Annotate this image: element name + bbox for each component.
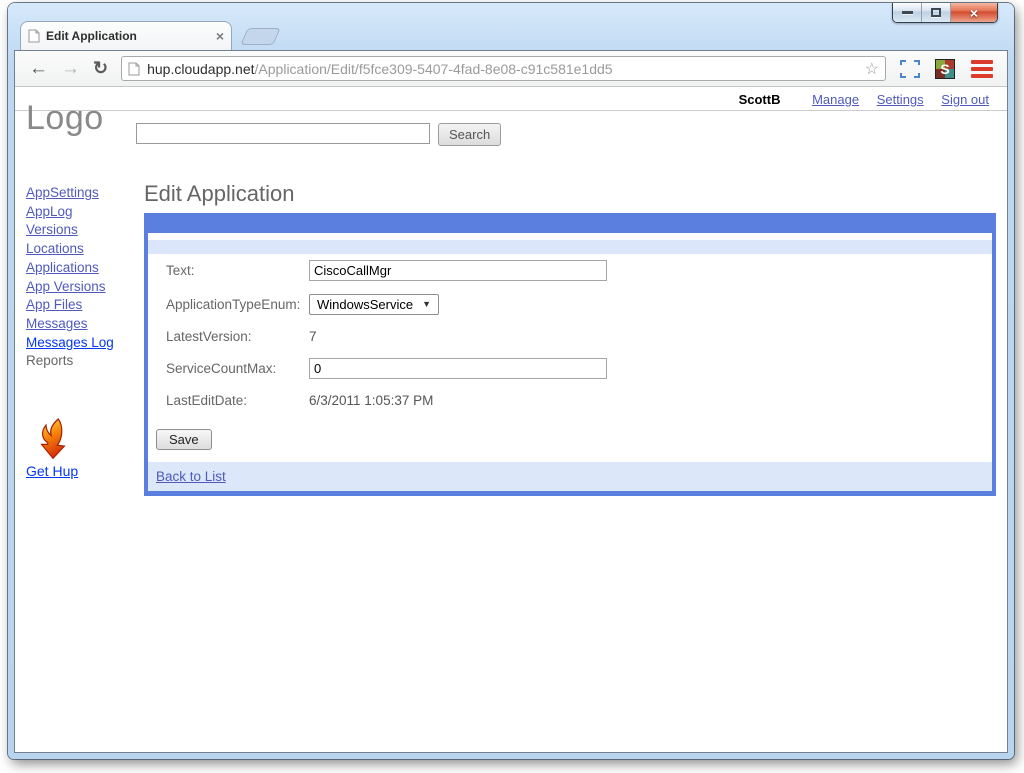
select-value: WindowsService: [317, 297, 413, 312]
back-to-list-link[interactable]: Back to List: [156, 469, 226, 484]
reload-button[interactable]: ↻: [93, 59, 108, 78]
flame-arrow-icon: [32, 417, 74, 463]
svg-text:S: S: [940, 61, 949, 77]
bookmark-star-icon[interactable]: ☆: [865, 59, 879, 79]
maximize-button[interactable]: [922, 3, 951, 22]
lasteditdate-label: LastEditDate:: [166, 393, 309, 408]
maximize-icon: [931, 8, 941, 17]
address-bar[interactable]: hup.cloudapp.net/Application/Edit/f5fce3…: [121, 56, 886, 81]
applicationtypeenum-label: ApplicationTypeEnum:: [166, 297, 309, 312]
applicationtypeenum-select[interactable]: WindowsService ▼: [309, 294, 439, 315]
search-button[interactable]: Search: [438, 123, 501, 146]
text-label: Text:: [166, 263, 309, 278]
sidebar-item-appsettings[interactable]: AppSettings: [26, 184, 99, 203]
field-row-lasteditdate: LastEditDate: 6/3/2011 1:05:37 PM: [166, 391, 980, 409]
field-row-latestversion: LatestVersion: 7: [166, 327, 980, 345]
chrome-menu-icon[interactable]: [969, 58, 995, 80]
servicecountmax-input[interactable]: [309, 358, 607, 379]
text-input[interactable]: [309, 260, 607, 281]
chevron-down-icon: ▼: [422, 299, 431, 309]
browser-toolbar: ← → ↻ hup.cloudapp.net/Application/Edit/…: [15, 51, 1007, 87]
sidebar-nav: AppSettings AppLog Versions Locations Ap…: [26, 184, 144, 371]
account-bar: ScottB Manage Settings Sign out: [15, 87, 1007, 111]
edit-form-panel: Text: ApplicationTypeEnum: WindowsServic…: [144, 213, 996, 496]
save-button[interactable]: Save: [156, 429, 212, 450]
field-row-applicationtypeenum: ApplicationTypeEnum: WindowsService ▼: [166, 293, 980, 315]
sidebar-item-applications[interactable]: Applications: [26, 259, 99, 278]
lasteditdate-value: 6/3/2011 1:05:37 PM: [309, 393, 433, 408]
web-page: ScottB Manage Settings Sign out Logo Sea…: [15, 87, 1007, 752]
browser-window: Edit Application × × ← → ↻: [8, 3, 1014, 759]
field-row-text: Text:: [166, 259, 980, 281]
page-favicon-icon: [28, 29, 40, 43]
back-button[interactable]: ←: [29, 59, 48, 78]
search-input[interactable]: [136, 123, 430, 144]
manage-link[interactable]: Manage: [812, 92, 859, 107]
minimize-icon: [902, 11, 913, 14]
tab-close-icon[interactable]: ×: [216, 30, 224, 42]
s-extension-icon[interactable]: S: [934, 58, 956, 80]
sidebar-item-locations[interactable]: Locations: [26, 240, 84, 259]
url-text: hup.cloudapp.net/Application/Edit/f5fce3…: [147, 61, 612, 77]
edit-form: Text: ApplicationTypeEnum: WindowsServic…: [148, 254, 992, 462]
page-title: Edit Application: [144, 181, 1000, 207]
sidebar-item-reports: Reports: [26, 353, 73, 368]
settings-link[interactable]: Settings: [877, 92, 924, 107]
minimize-button[interactable]: [893, 3, 922, 22]
new-tab-button[interactable]: [240, 28, 281, 45]
main-content: Edit Application Text: ApplicationTypeEn…: [144, 181, 1000, 496]
panel-header-strip: [148, 240, 992, 254]
latestversion-label: LatestVersion:: [166, 329, 309, 344]
username-label: ScottB: [739, 92, 781, 107]
tab-title: Edit Application: [46, 29, 210, 43]
screenshot-extension-icon[interactable]: [899, 58, 921, 80]
get-hup: Get Hup: [26, 417, 106, 479]
sign-out-link[interactable]: Sign out: [941, 92, 989, 107]
page-icon: [128, 62, 140, 76]
sidebar-item-messages-log[interactable]: Messages Log: [26, 334, 114, 353]
forward-button[interactable]: →: [61, 59, 80, 78]
sidebar-item-versions[interactable]: Versions: [26, 221, 78, 240]
sidebar-item-app-versions[interactable]: App Versions: [26, 278, 106, 297]
panel-footer: Back to List: [148, 462, 992, 491]
sidebar-item-messages[interactable]: Messages: [26, 315, 88, 334]
site-logo: Logo: [26, 99, 104, 138]
close-button[interactable]: ×: [951, 3, 997, 22]
servicecountmax-label: ServiceCountMax:: [166, 361, 309, 376]
get-hup-link[interactable]: Get Hup: [26, 463, 78, 479]
window-controls: ×: [892, 3, 998, 23]
latestversion-value: 7: [309, 329, 317, 344]
browser-content-frame: ← → ↻ hup.cloudapp.net/Application/Edit/…: [14, 50, 1008, 753]
field-row-servicecountmax: ServiceCountMax:: [166, 357, 980, 379]
url-path: /Application/Edit/f5fce309-5407-4fad-8e0…: [255, 61, 613, 77]
sidebar-item-app-files[interactable]: App Files: [26, 296, 82, 315]
titlebar[interactable]: Edit Application × ×: [8, 3, 1014, 50]
sidebar-item-applog[interactable]: AppLog: [26, 203, 73, 222]
url-host: hup.cloudapp.net: [147, 61, 254, 77]
close-icon: ×: [970, 6, 978, 20]
browser-tab[interactable]: Edit Application ×: [20, 21, 232, 50]
